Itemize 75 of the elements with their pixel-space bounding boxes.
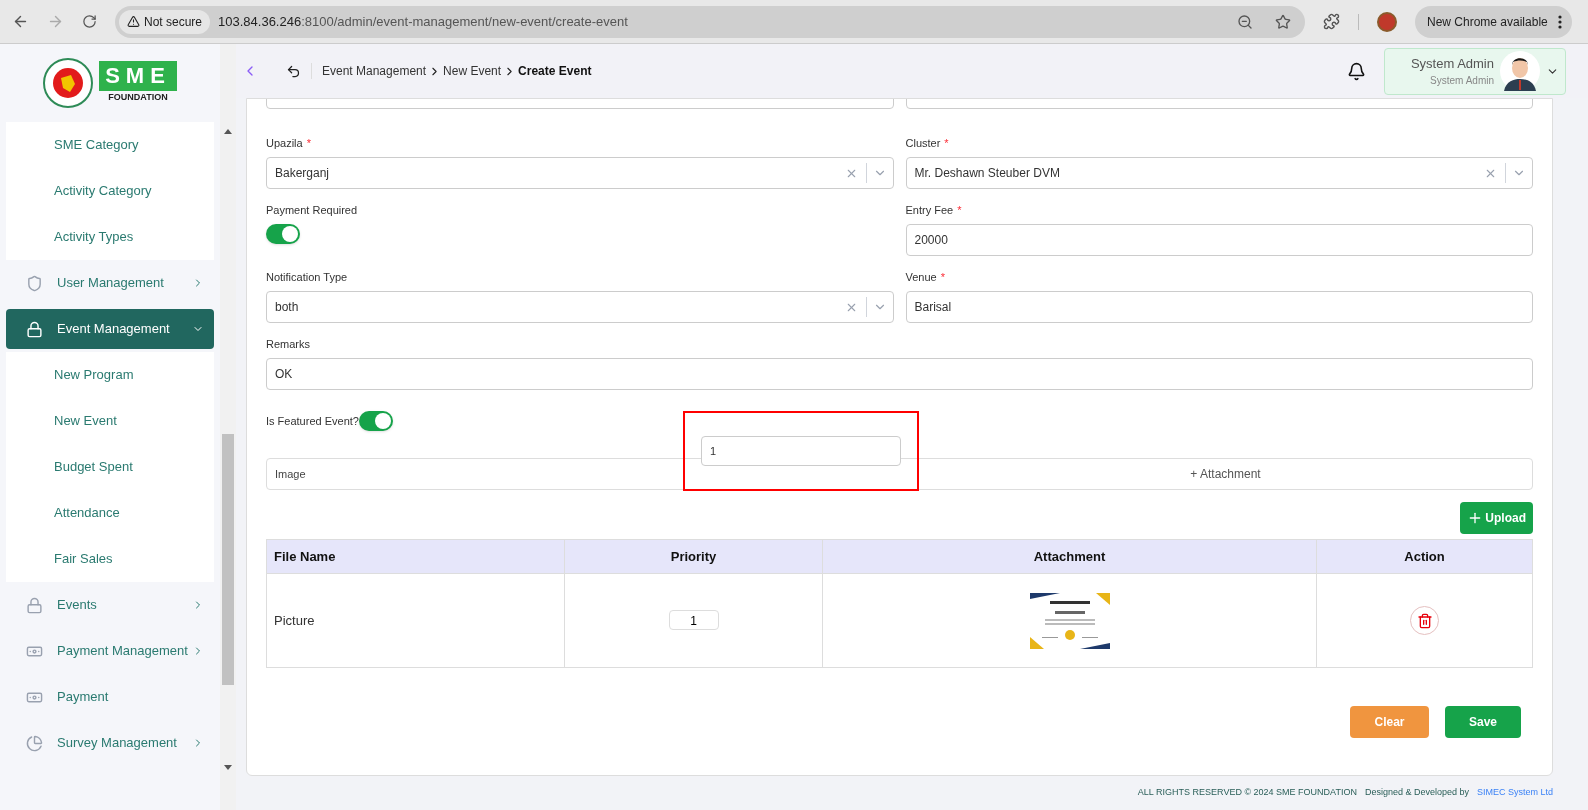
submenu-item[interactable]: Activity Category (6, 168, 214, 214)
user-name: System Admin (1410, 54, 1494, 73)
submenu-item[interactable]: SME Category (6, 122, 214, 168)
file-name-field[interactable]: Image (267, 465, 687, 483)
breadcrumb-link[interactable]: New Event (443, 62, 502, 80)
scroll-down-icon[interactable] (224, 765, 232, 770)
text-field[interactable]: 20000 (905, 224, 1533, 256)
menu-icon (26, 320, 43, 338)
menu-item[interactable]: Event Management (6, 309, 214, 349)
field-label: Cluster * (905, 136, 950, 149)
menu-item[interactable]: Payment Management (6, 631, 214, 671)
credit-text: Designed & Developed by (1364, 786, 1469, 799)
column-header: File Name (266, 539, 565, 574)
notification-bell-icon[interactable] (1347, 61, 1366, 81)
priority-field[interactable]: 1 (701, 436, 901, 466)
extensions-icon[interactable] (1323, 13, 1340, 30)
bookmark-icon[interactable] (1275, 13, 1291, 30)
submenu-item[interactable]: Fair Sales (6, 536, 214, 582)
back-icon[interactable] (12, 13, 29, 30)
menu-icon (26, 734, 43, 752)
more-icon[interactable] (1557, 14, 1562, 29)
select-field[interactable]: Mr. Deshawn Steuber DVM (905, 157, 1533, 189)
update-button[interactable]: New Chrome available (1415, 5, 1572, 38)
warning-icon (127, 15, 140, 28)
submenu-item[interactable]: New Event (6, 398, 214, 444)
security-chip[interactable]: Not secure (119, 9, 211, 34)
profile-avatar[interactable] (1377, 11, 1397, 32)
breadcrumb-link[interactable]: Create Event (518, 62, 592, 80)
company-link[interactable]: SIMEC System Ltd (1476, 786, 1553, 800)
emblem-icon (43, 58, 94, 108)
attachment-button[interactable]: + Attachment (919, 465, 1532, 483)
menu-item[interactable]: Events (6, 585, 214, 625)
trash-icon (1416, 612, 1433, 629)
zoom-icon[interactable] (1237, 13, 1253, 30)
field-label: Entry Fee * (905, 203, 963, 216)
column-header: Priority (564, 539, 823, 574)
table-cell: Picture (266, 573, 565, 668)
select-field[interactable]: both (266, 291, 894, 323)
url-text: 103.84.36.246:8100/admin/event-management/new-event/create-event (218, 12, 629, 31)
field-label: Venue * (905, 270, 946, 283)
submenu-item[interactable]: Attendance (6, 490, 214, 536)
field-label: Upazila * (266, 136, 312, 149)
toggle-switch[interactable] (358, 411, 393, 431)
field-label: Payment Required (266, 203, 359, 216)
menu-icon (26, 274, 43, 292)
breadcrumb-link[interactable]: Event Management (322, 62, 427, 80)
back-icon[interactable] (286, 63, 301, 79)
select-field[interactable]: Bakerganj (266, 157, 894, 189)
field-label: Remarks (266, 337, 311, 350)
submenu-item[interactable]: New Program (6, 352, 214, 398)
reload-icon[interactable] (82, 14, 97, 29)
avatar-icon (1500, 51, 1540, 91)
featured-label: Is Featured Event? (266, 413, 359, 429)
column-header: Attachment (822, 539, 1317, 574)
scroll-up-icon[interactable] (224, 129, 232, 134)
menu-item[interactable]: User Management (6, 263, 214, 303)
menu-icon (26, 596, 43, 614)
scrollbar-thumb[interactable] (222, 434, 234, 685)
toggle-switch[interactable] (266, 224, 300, 244)
logo-mark: SME (99, 61, 177, 92)
logo-subtitle: FOUNDATION (108, 91, 168, 105)
user-role: System Admin (1430, 74, 1494, 89)
priority-field[interactable]: 1 (668, 610, 719, 631)
scrollbar[interactable] (220, 44, 236, 810)
submenu-item[interactable]: Activity Types (6, 214, 214, 260)
text-field[interactable]: OK (266, 358, 1533, 390)
address-bar[interactable]: Not secure 103.84.36.246:8100/admin/event-management/new-event/create-event (115, 5, 1305, 38)
copyright-text: ALL RIGHTS RESERVED © 2024 SME FOUNDATION (1137, 786, 1357, 799)
text-field[interactable]: Barisal (905, 291, 1533, 323)
menu-item[interactable]: Payment (6, 677, 214, 717)
field-label: Notification Type (266, 270, 349, 283)
column-header: Action (1316, 539, 1533, 574)
user-menu[interactable]: System Admin System Admin (1384, 47, 1566, 95)
menu-item[interactable]: Survey Management (6, 723, 214, 763)
submenu-item[interactable]: Budget Spent (6, 444, 214, 490)
